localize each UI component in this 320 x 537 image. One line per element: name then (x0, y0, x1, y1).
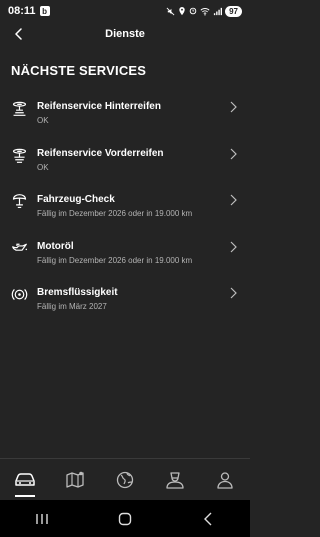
service-subtitle: OK (37, 162, 49, 172)
globe-icon (116, 471, 134, 489)
service-title: Bremsflüssigkeit (37, 287, 118, 298)
system-navigation-bar (0, 500, 250, 537)
nav-item-profile[interactable] (205, 460, 245, 500)
chevron-right-icon (230, 194, 237, 206)
service-title: Reifenservice Hinterreifen (37, 101, 161, 112)
battery-indicator: 97 (225, 5, 242, 17)
page-title: Dienste (105, 28, 145, 40)
status-left: 08:11 b (8, 5, 50, 17)
service-item-vehicle-check[interactable]: Fahrzeug-Check Fällig im Dezember 2026 o… (0, 185, 250, 232)
nav-item-map[interactable] (55, 460, 95, 500)
bottom-navigation (0, 458, 250, 501)
recent-apps-button[interactable] (22, 504, 62, 534)
service-list: Reifenservice Hinterreifen OK Reifenserv… (0, 92, 250, 325)
service-subtitle: Fällig im März 2027 (37, 302, 107, 311)
service-subtitle: OK (37, 116, 49, 125)
back-chevron-icon (204, 512, 212, 525)
chevron-right-icon (230, 101, 237, 113)
arrow-left-icon (15, 28, 22, 40)
tire-icon (12, 101, 27, 116)
brake-icon (11, 288, 28, 301)
service-item-brake-fluid[interactable]: Bremsflüssigkeit Fällig im März 2027 (0, 278, 250, 325)
chevron-right-icon (230, 148, 237, 159)
recent-apps-icon (35, 513, 48, 524)
service-title: Reifenservice Vorderreifen (37, 147, 164, 159)
wifi-icon (200, 7, 210, 15)
top-app-bar: Dienste (0, 22, 250, 46)
status-right: 97 (166, 5, 242, 17)
oil-can-icon (12, 243, 28, 251)
map-icon (66, 471, 84, 488)
vehicle-check-icon (12, 194, 27, 209)
nav-item-vehicle[interactable] (5, 460, 45, 500)
alarm-icon (189, 7, 197, 15)
service-title: Fahrzeug-Check (37, 194, 115, 205)
chevron-right-icon (230, 241, 237, 252)
car-icon (15, 473, 35, 486)
system-back-button[interactable] (188, 504, 228, 534)
section-heading: NÄCHSTE SERVICES (11, 63, 147, 78)
service-subtitle: Fällig im Dezember 2026 oder in 19.000 k… (37, 209, 193, 218)
home-icon (118, 512, 132, 525)
service-item-front-tires[interactable]: Reifenservice Vorderreifen OK (0, 139, 250, 186)
chevron-right-icon (230, 287, 237, 299)
back-button[interactable] (10, 25, 28, 43)
service-item-rear-tires[interactable]: Reifenservice Hinterreifen OK (0, 92, 250, 139)
service-person-icon (166, 472, 184, 489)
service-title: Motoröl (37, 240, 74, 252)
signal-icon (213, 7, 223, 15)
home-button[interactable] (105, 504, 145, 534)
service-subtitle: Fällig im Dezember 2026 oder in 19.000 k… (37, 255, 193, 265)
status-time: 08:11 (8, 5, 36, 17)
nav-item-globe[interactable] (105, 460, 145, 500)
app-notification-icon: b (39, 6, 50, 16)
mute-icon (166, 7, 175, 15)
user-icon (217, 472, 233, 489)
service-item-engine-oil[interactable]: Motoröl Fällig im Dezember 2026 oder in … (0, 232, 250, 279)
location-icon (179, 6, 185, 15)
nav-item-services[interactable] (155, 460, 195, 500)
tire-icon (12, 148, 27, 163)
status-bar: 08:11 b 97 (0, 0, 250, 22)
